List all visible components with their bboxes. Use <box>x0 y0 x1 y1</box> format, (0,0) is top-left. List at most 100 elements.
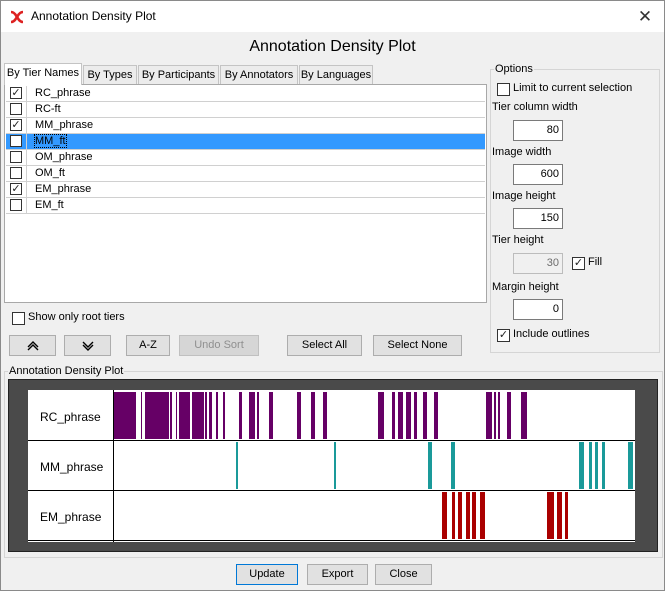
annotation-segment <box>494 392 496 439</box>
annotation-segment <box>547 492 554 539</box>
include-outlines-label: Include outlines <box>513 328 590 340</box>
tier-checkbox[interactable]: ✓ <box>10 87 22 99</box>
annotation-segment <box>480 492 485 539</box>
annotation-segment <box>209 392 212 439</box>
tab-by-languages[interactable]: By Languages <box>299 65 373 84</box>
include-outlines-checkbox[interactable]: ✓ <box>497 329 510 342</box>
annotation-segment <box>297 392 301 439</box>
annotation-segment <box>311 392 315 439</box>
annotation-segment <box>414 392 417 439</box>
close-icon[interactable]: ✕ <box>634 7 656 27</box>
tier-checkbox[interactable] <box>10 167 22 179</box>
plot-legend: Annotation Density Plot <box>9 365 124 377</box>
annotation-segment <box>428 442 432 489</box>
annotation-segment <box>257 392 259 439</box>
tier-checkbox[interactable] <box>10 135 22 147</box>
image-height-label: Image height <box>492 190 556 202</box>
image-height-field[interactable]: 150 <box>513 208 563 229</box>
annotation-segment <box>579 442 584 489</box>
annotation-segment <box>521 392 527 439</box>
tier-name: MM_ft <box>34 134 67 148</box>
annotation-segment <box>423 392 427 439</box>
tier-height-field[interactable]: 30 <box>513 253 563 274</box>
density-plot: RC_phrase MM_phrase EM_phrase <box>28 390 635 542</box>
annotation-segment <box>236 442 238 489</box>
tier-row[interactable]: EM_ft <box>6 198 485 214</box>
tab-by-annotators[interactable]: By Annotators <box>220 65 298 84</box>
dialog-window: Annotation Density Plot ✕ Annotation Den… <box>0 0 665 591</box>
annotation-segment <box>269 392 273 439</box>
fill-checkbox[interactable]: ✓ <box>572 257 585 270</box>
move-up-button[interactable] <box>9 335 56 356</box>
title-bar: Annotation Density Plot ✕ <box>1 1 664 32</box>
tab-by-participants[interactable]: By Participants <box>138 65 219 84</box>
annotation-segment <box>170 392 172 439</box>
tier-row[interactable]: ✓ EM_phrase <box>6 182 485 198</box>
close-button[interactable]: Close <box>375 564 432 585</box>
annotation-segment <box>223 392 225 439</box>
tier-row[interactable]: OM_ft <box>6 166 485 182</box>
tier-name: RC-ft <box>35 103 61 115</box>
image-width-label: Image width <box>492 146 552 158</box>
tier-row[interactable]: RC-ft <box>6 102 485 118</box>
select-none-button[interactable]: Select None <box>373 335 462 356</box>
tier-row[interactable]: ✓ MM_phrase <box>6 118 485 134</box>
annotation-segment <box>452 492 455 539</box>
show-root-checkbox[interactable] <box>12 312 25 325</box>
annotation-segment <box>565 492 568 539</box>
export-button[interactable]: Export <box>307 564 368 585</box>
tier-checkbox-cell <box>6 102 27 117</box>
tier-row[interactable]: ✓ RC_phrase <box>6 86 485 102</box>
annotation-segment <box>192 392 204 439</box>
tab-by-tier-names[interactable]: By Tier Names <box>4 63 82 85</box>
tier-name: EM_ft <box>35 199 64 211</box>
image-width-field[interactable]: 600 <box>513 164 563 185</box>
tier-name: RC_phrase <box>35 87 91 99</box>
tier-checkbox[interactable] <box>10 151 22 163</box>
tab-by-types[interactable]: By Types <box>83 65 137 84</box>
tier-checkbox-cell <box>6 134 27 149</box>
undo-sort-button[interactable]: Undo Sort <box>179 335 259 356</box>
annotation-segment <box>498 392 500 439</box>
tier-column-width-field[interactable]: 80 <box>513 120 563 141</box>
tier-checkbox[interactable]: ✓ <box>10 119 22 131</box>
annotation-segment <box>507 392 511 439</box>
tier-checkbox[interactable]: ✓ <box>10 183 22 195</box>
tier-row[interactable]: OM_phrase <box>6 150 485 166</box>
chevron-down-icon <box>82 341 93 351</box>
annotation-segment <box>239 392 242 439</box>
tier-height-label: Tier height <box>492 234 544 246</box>
tier-checkbox-cell: ✓ <box>6 182 27 197</box>
tier-column-width-label: Tier column width <box>492 101 578 113</box>
annotation-segment <box>145 392 169 439</box>
annotation-segment <box>392 392 395 439</box>
annotation-segment <box>595 442 598 489</box>
annotation-segment <box>458 492 462 539</box>
margin-height-field[interactable]: 0 <box>513 299 563 320</box>
chevron-up-icon <box>27 341 38 351</box>
tier-table: ✓ RC_phrase RC-ft ✓ MM_phrase MM_ft OM_phrase O… <box>4 84 487 303</box>
plot-tier-label: EM_phrase <box>40 510 102 524</box>
tier-checkbox[interactable] <box>10 103 22 115</box>
dialog-heading: Annotation Density Plot <box>249 38 416 55</box>
tier-row[interactable]: MM_ft <box>6 134 485 150</box>
update-button[interactable]: Update <box>236 564 298 585</box>
tier-checkbox[interactable] <box>10 199 22 211</box>
tier-checkbox-cell <box>6 198 27 213</box>
tier-checkbox-cell <box>6 150 27 165</box>
annotation-segment <box>179 392 190 439</box>
move-down-button[interactable] <box>64 335 111 356</box>
annotation-segment <box>602 442 605 489</box>
annotation-segment <box>628 442 633 489</box>
sort-az-button[interactable]: A-Z <box>126 335 170 356</box>
limit-selection-label: Limit to current selection <box>513 82 633 94</box>
fill-label: Fill <box>588 256 603 268</box>
select-all-button[interactable]: Select All <box>287 335 362 356</box>
tier-checkbox-cell: ✓ <box>6 86 27 101</box>
annotation-segment <box>434 392 438 439</box>
tier-checkbox-cell: ✓ <box>6 118 27 133</box>
annotation-segment <box>249 392 255 439</box>
limit-selection-checkbox[interactable] <box>497 83 510 96</box>
annotation-segment <box>451 442 455 489</box>
annotation-segment <box>114 392 136 439</box>
